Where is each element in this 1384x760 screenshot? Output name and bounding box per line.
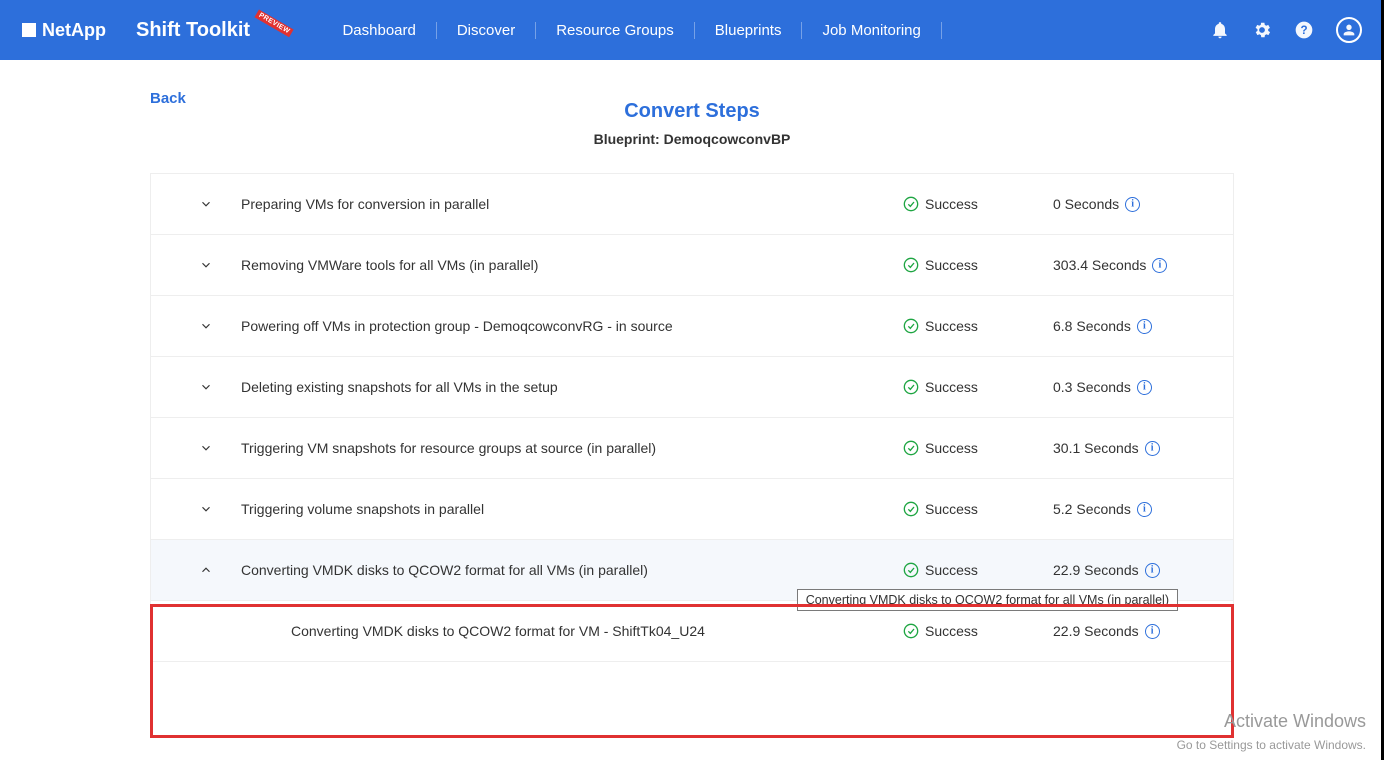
content: Back Convert Steps Blueprint: Demoqcowco… [0, 60, 1384, 662]
step-label: Triggering VM snapshots for resource gro… [241, 440, 903, 456]
step-label: Powering off VMs in protection group - D… [241, 318, 903, 334]
back-link[interactable]: Back [150, 90, 186, 107]
step-row: Converting VMDK disks to QCOW2 format fo… [151, 540, 1233, 601]
topbar: NetApp Shift Toolkit PREVIEW Dashboard D… [0, 0, 1384, 60]
chevron-down-icon[interactable] [171, 380, 241, 394]
step-label: Preparing VMs for conversion in parallel [241, 196, 903, 212]
steps-list: Preparing VMs for conversion in parallel… [150, 173, 1234, 662]
step-row: Preparing VMs for conversion in parallel… [151, 174, 1233, 235]
info-icon[interactable] [1152, 258, 1167, 273]
help-icon[interactable]: ? [1294, 20, 1314, 40]
step-label: Converting VMDK disks to QCOW2 format fo… [241, 623, 903, 639]
step-label: Converting VMDK disks to QCOW2 format fo… [241, 562, 903, 578]
info-icon[interactable] [1137, 319, 1152, 334]
nav-resource-groups[interactable]: Resource Groups [536, 22, 695, 39]
step-row: Converting VMDK disks to QCOW2 format fo… [151, 601, 1233, 661]
duration-label: 0 Seconds [1053, 196, 1213, 212]
chevron-down-icon[interactable] [171, 441, 241, 455]
main-nav: Dashboard Discover Resource Groups Bluep… [322, 22, 941, 39]
gear-icon[interactable] [1252, 20, 1272, 40]
status-badge: Success [903, 257, 1053, 273]
info-icon[interactable] [1137, 380, 1152, 395]
step-row: Removing VMWare tools for all VMs (in pa… [151, 235, 1233, 296]
status-badge: Success [903, 562, 1053, 578]
info-icon[interactable] [1145, 624, 1160, 639]
duration-label: 22.9 Seconds [1053, 562, 1213, 578]
topbar-icons: ? [1210, 17, 1362, 43]
step-row: Triggering volume snapshots in parallelS… [151, 479, 1233, 540]
info-icon[interactable] [1145, 441, 1160, 456]
status-badge: Success [903, 379, 1053, 395]
status-badge: Success [903, 623, 1053, 639]
svg-text:?: ? [1300, 24, 1307, 37]
preview-badge: PREVIEW [255, 9, 294, 37]
blueprint-subtitle: Blueprint: DemoqcowconvBP [150, 131, 1234, 147]
duration-label: 303.4 Seconds [1053, 257, 1213, 273]
step-label: Deleting existing snapshots for all VMs … [241, 379, 903, 395]
nav-discover[interactable]: Discover [437, 22, 536, 39]
step-row: Deleting existing snapshots for all VMs … [151, 357, 1233, 418]
toolkit-title: Shift Toolkit PREVIEW [136, 19, 294, 42]
chevron-down-icon[interactable] [171, 319, 241, 333]
step-row: Triggering VM snapshots for resource gro… [151, 418, 1233, 479]
duration-label: 0.3 Seconds [1053, 379, 1213, 395]
step-label: Removing VMWare tools for all VMs (in pa… [241, 257, 903, 273]
duration-label: 30.1 Seconds [1053, 440, 1213, 456]
duration-label: 6.8 Seconds [1053, 318, 1213, 334]
nav-job-monitoring[interactable]: Job Monitoring [802, 22, 941, 39]
chevron-up-icon[interactable] [171, 563, 241, 577]
watermark-sub: Go to Settings to activate Windows. [1177, 738, 1366, 752]
brand-logo: NetApp [22, 20, 106, 41]
page-title: Convert Steps [150, 100, 1234, 123]
step-label: Triggering volume snapshots in parallel [241, 501, 903, 517]
status-badge: Success [903, 318, 1053, 334]
watermark: Activate Windows [1224, 711, 1366, 732]
nav-blueprints[interactable]: Blueprints [695, 22, 803, 39]
bell-icon[interactable] [1210, 20, 1230, 40]
user-avatar[interactable] [1336, 17, 1362, 43]
duration-label: 22.9 Seconds [1053, 623, 1213, 639]
chevron-down-icon[interactable] [171, 258, 241, 272]
brand-text: NetApp [42, 20, 106, 41]
netapp-icon [22, 23, 36, 37]
chevron-down-icon[interactable] [171, 197, 241, 211]
step-row: Powering off VMs in protection group - D… [151, 296, 1233, 357]
status-badge: Success [903, 501, 1053, 517]
chevron-down-icon[interactable] [171, 502, 241, 516]
nav-dashboard[interactable]: Dashboard [322, 22, 436, 39]
info-icon[interactable] [1125, 197, 1140, 212]
duration-label: 5.2 Seconds [1053, 501, 1213, 517]
info-icon[interactable] [1137, 502, 1152, 517]
status-badge: Success [903, 196, 1053, 212]
info-icon[interactable] [1145, 563, 1160, 578]
status-badge: Success [903, 440, 1053, 456]
